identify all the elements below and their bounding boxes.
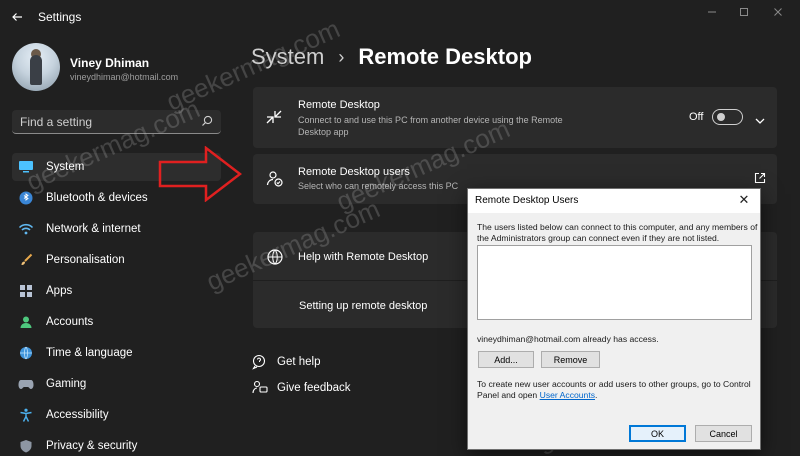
dialog-intro-1: The users listed below can connect to th… <box>477 222 758 232</box>
sidebar-item-personalisation[interactable]: Personalisation <box>12 246 221 274</box>
help-chat-icon <box>252 354 268 370</box>
give-feedback-link[interactable]: Give feedback <box>252 380 351 396</box>
chevron-down-icon[interactable] <box>754 112 766 130</box>
remove-user-button[interactable]: Remove <box>541 351 600 368</box>
page-title: Remote Desktop <box>358 44 532 69</box>
cancel-button[interactable]: Cancel <box>695 425 752 442</box>
wifi-icon <box>17 220 35 238</box>
sidebar-item-accounts[interactable]: Accounts <box>12 308 221 336</box>
dialog-title: Remote Desktop Users <box>475 195 579 206</box>
remote-users-subtitle: Select who can remotely access this PC <box>298 181 459 191</box>
remote-desktop-subtitle-1: Connect to and use this PC from another … <box>298 115 563 125</box>
accounts-icon <box>17 313 35 331</box>
search-input[interactable] <box>20 114 190 130</box>
gamepad-icon <box>17 375 35 393</box>
sidebar-item-label: Gaming <box>46 378 87 390</box>
sidebar-item-label: Apps <box>46 285 73 297</box>
breadcrumb-parent[interactable]: System <box>251 44 324 70</box>
remote-desktop-card[interactable]: Remote Desktop Connect to and use this P… <box>253 87 777 148</box>
help-title[interactable]: Help with Remote Desktop <box>298 251 428 263</box>
sidebar-item-label: Time & language <box>46 347 133 359</box>
breadcrumb: System › Remote Desktop <box>251 44 532 70</box>
sidebar-item-label: Accounts <box>46 316 94 328</box>
chevron-right-icon: › <box>338 46 345 67</box>
search-box[interactable] <box>12 110 221 134</box>
minimize-icon[interactable] <box>698 4 726 20</box>
close-icon[interactable]: ✕ <box>736 192 752 208</box>
get-help-link[interactable]: Get help <box>252 354 320 370</box>
remote-desktop-subtitle-2: Desktop app <box>298 127 349 137</box>
users-listbox[interactable] <box>477 245 752 320</box>
remote-users-title: Remote Desktop users <box>298 166 410 178</box>
close-window-icon[interactable] <box>764 4 792 20</box>
title-bar: Settings <box>0 0 800 34</box>
sidebar-item-label: Bluetooth & devices <box>46 192 148 204</box>
user-name: Viney Dhiman <box>70 56 150 70</box>
sidebar-item-label: Network & internet <box>46 223 141 235</box>
globe-icon <box>266 248 284 271</box>
get-help-label: Get help <box>277 356 321 368</box>
sidebar-item-gaming[interactable]: Gaming <box>12 370 221 398</box>
shield-icon <box>17 437 35 455</box>
search-icon[interactable] <box>201 115 213 127</box>
ok-button[interactable]: OK <box>629 425 686 442</box>
user-email: vineydhiman@hotmail.com <box>70 72 179 82</box>
help-item-setup[interactable]: Setting up remote desktop <box>299 300 427 312</box>
remote-desktop-toggle[interactable] <box>712 109 743 125</box>
globe-clock-icon <box>17 344 35 362</box>
sidebar-item-label: System <box>46 161 85 173</box>
sidebar-item-accessibility[interactable]: Accessibility <box>12 401 221 429</box>
dialog-footer-1: To create new user accounts or add users… <box>477 379 751 389</box>
dialog-access-note: vineydhiman@hotmail.com already has acce… <box>477 334 659 344</box>
dialog-intro-2: the Administrators group can connect eve… <box>477 233 720 243</box>
brush-icon <box>17 251 35 269</box>
red-arrow-annotation <box>158 146 242 202</box>
sidebar-item-time-language[interactable]: Time & language <box>12 339 221 367</box>
dialog-title-bar: Remote Desktop Users ✕ <box>468 189 760 213</box>
sidebar-item-apps[interactable]: Apps <box>12 277 221 305</box>
avatar[interactable] <box>12 43 60 91</box>
external-link-icon[interactable] <box>754 171 766 189</box>
feedback-icon <box>252 380 268 396</box>
bluetooth-icon <box>17 189 35 207</box>
users-check-icon <box>266 170 284 193</box>
user-accounts-link[interactable]: User Accounts <box>540 390 595 400</box>
maximize-icon[interactable] <box>730 4 758 20</box>
sidebar-item-privacy[interactable]: Privacy & security <box>12 432 221 456</box>
sidebar-item-network[interactable]: Network & internet <box>12 215 221 243</box>
app-title: Settings <box>38 10 82 24</box>
add-user-button[interactable]: Add... <box>478 351 534 368</box>
back-arrow-icon[interactable] <box>6 7 28 27</box>
apps-icon <box>17 282 35 300</box>
accessibility-icon <box>17 406 35 424</box>
remote-desktop-icon <box>265 108 283 131</box>
sidebar-item-label: Privacy & security <box>46 440 138 452</box>
toggle-state-label: Off <box>689 111 704 123</box>
sidebar-item-label: Personalisation <box>46 254 125 266</box>
remote-desktop-users-dialog: Remote Desktop Users ✕ The users listed … <box>467 188 761 450</box>
sidebar-item-label: Accessibility <box>46 409 109 421</box>
system-icon <box>17 158 35 176</box>
remote-desktop-title: Remote Desktop <box>298 99 380 111</box>
dialog-footer-2: Panel and open User Accounts. <box>477 390 598 400</box>
give-feedback-label: Give feedback <box>277 382 351 394</box>
